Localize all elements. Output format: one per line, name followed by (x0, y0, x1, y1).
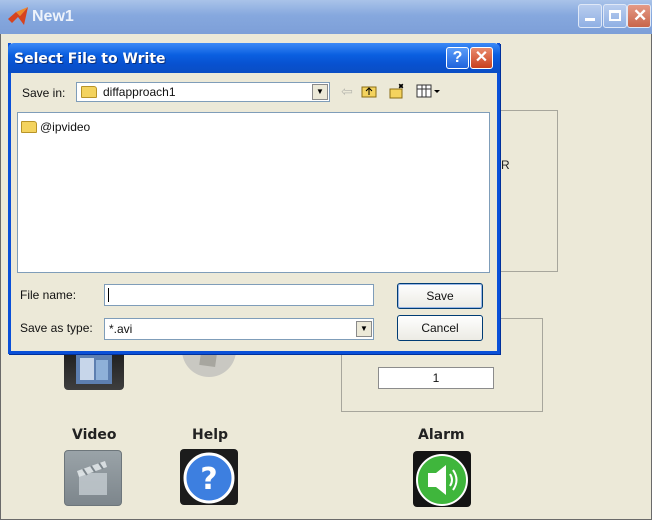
save-in-label: Save in: (22, 86, 66, 100)
stop-icon (182, 350, 236, 377)
alarm-button[interactable] (413, 451, 471, 507)
chevron-down-icon[interactable]: ▼ (312, 84, 328, 100)
close-icon: ✕ (633, 6, 648, 25)
new-folder-icon[interactable] (388, 83, 406, 99)
save-in-value: diffapproach1 (103, 85, 176, 99)
file-list[interactable] (17, 112, 490, 273)
video-button[interactable] (64, 450, 122, 506)
main-window-title: New1 (32, 8, 74, 25)
minimize-icon (585, 18, 595, 21)
alarm-label: Alarm (418, 427, 465, 443)
dialog-help-button[interactable]: ? (446, 47, 469, 69)
up-folder-icon[interactable] (360, 83, 378, 99)
file-name-label: File name: (20, 288, 77, 302)
help-label: Help (192, 427, 229, 443)
panel-letter: R (501, 158, 510, 172)
stop-top-icon[interactable] (180, 350, 238, 390)
file-name-field[interactable] (104, 284, 374, 306)
save-as-type-value: *.avi (109, 322, 133, 336)
main-close-button[interactable]: ✕ (627, 4, 651, 28)
right-panel (490, 110, 558, 272)
maximize-icon (609, 10, 621, 21)
folder-icon (21, 121, 37, 133)
dialog-title: Select File to Write (14, 51, 166, 67)
help-icon: ? (183, 452, 235, 504)
save-as-type-combo[interactable] (104, 318, 374, 340)
video-top-icon[interactable] (64, 350, 124, 390)
help-button[interactable]: ? (180, 449, 238, 505)
minimize-button[interactable] (578, 4, 602, 28)
svg-text:?: ? (200, 462, 217, 497)
video-camera-icon (76, 354, 112, 384)
view-menu-icon[interactable] (416, 83, 442, 99)
alarm-speaker-icon (416, 454, 468, 506)
maximize-button[interactable] (603, 4, 627, 28)
text-cursor (108, 288, 109, 302)
chevron-down-icon[interactable]: ▼ (356, 321, 372, 337)
value-field[interactable]: 1 (378, 367, 494, 389)
save-button[interactable]: Save (397, 283, 483, 309)
matlab-icon (8, 7, 28, 25)
video-label: Video (72, 427, 117, 443)
cancel-button[interactable]: Cancel (397, 315, 483, 341)
list-item[interactable]: @ipvideo (40, 120, 90, 134)
save-as-type-label: Save as type: (20, 321, 93, 335)
back-arrow-icon[interactable]: ⇦ (338, 83, 356, 99)
video-icon (77, 461, 107, 495)
dialog-close-button[interactable]: ✕ (470, 47, 493, 69)
main-title-bar[interactable] (0, 0, 652, 34)
folder-icon (81, 86, 97, 98)
